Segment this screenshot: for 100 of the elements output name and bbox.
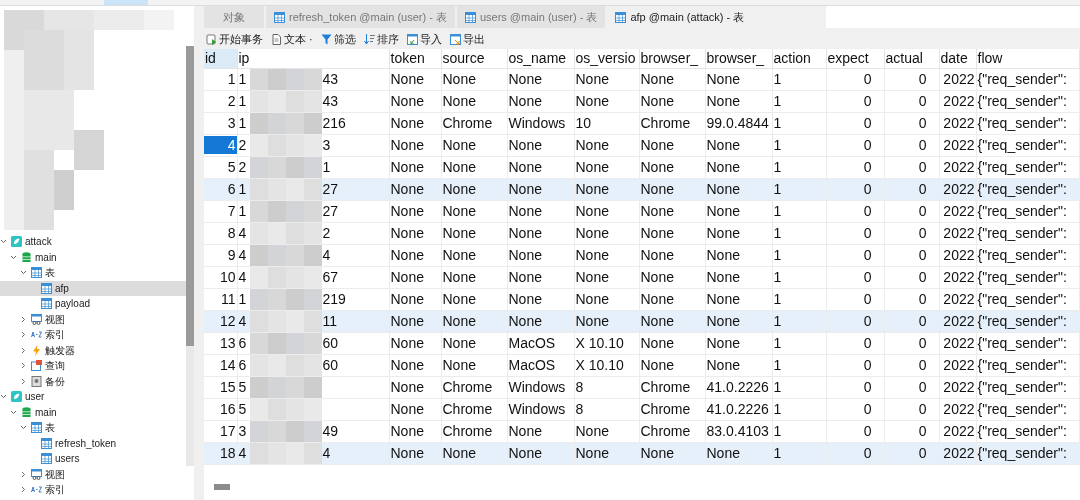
table-cell[interactable]: 10 [204, 268, 237, 286]
table-row[interactable]: 13 6 60 None None MacOS X 10.10 None None 1 0 0 2022 {"req_sender": [204, 332, 1079, 354]
table-row[interactable]: 3 1 216 None Chrome Windows 10 Chrome 99.0.4844 1 0 0 2022 {"req_sender": [204, 112, 1079, 134]
tree-item[interactable]: 索引 [0, 482, 186, 498]
table-cell[interactable]: 5 [204, 158, 237, 176]
tree-item[interactable]: 查询 [0, 358, 186, 374]
toolbar-button[interactable]: 排序 [363, 30, 399, 48]
horizontal-scrollbar-thumb[interactable] [214, 484, 230, 490]
table-cell[interactable]: 4 [204, 136, 237, 154]
column-header[interactable]: browser_ [639, 49, 705, 68]
table-cell[interactable]: 1 [204, 70, 237, 88]
toolbar-button[interactable]: 开始事务 [206, 30, 263, 48]
table-cell-text: 2 [237, 158, 248, 176]
table-cell[interactable]: 17 [204, 422, 237, 440]
table-cell: 43 [321, 92, 339, 110]
tree-item[interactable]: 表 [0, 420, 186, 436]
scrollbar-thumb[interactable] [186, 46, 194, 346]
toolbar-button[interactable]: 导出 [449, 30, 485, 48]
table-cell[interactable]: 18 [204, 444, 237, 462]
table-cell[interactable]: 8 [204, 224, 237, 242]
table-row[interactable]: 4 2 3 None None None None None None 1 0 0 2022 {"req_sender": [204, 134, 1079, 156]
chevron-down-icon[interactable] [10, 408, 17, 416]
tab[interactable]: 对象 [204, 6, 264, 28]
chevron-right-icon[interactable] [20, 315, 27, 323]
tree-item[interactable]: 表 [0, 265, 186, 281]
table-cell: None [705, 200, 772, 222]
column-header[interactable]: browser_ [705, 49, 772, 68]
column-header[interactable]: os_versio [574, 49, 639, 68]
table-row[interactable]: 12 4 11 None None None None None None 1 0 0 2022 {"req_sender": [204, 310, 1079, 332]
chevron-right-icon[interactable] [20, 331, 27, 339]
document-icon [271, 33, 282, 45]
table-cell[interactable]: 9 [204, 246, 237, 264]
tree-item[interactable]: main [0, 404, 186, 420]
chevron-down-icon[interactable] [0, 393, 7, 401]
tree-item[interactable]: users [0, 451, 186, 467]
chevron-down-icon[interactable] [0, 238, 7, 246]
toolbar-button[interactable]: 导入 [406, 30, 442, 48]
tree-item[interactable]: user [0, 389, 186, 405]
chevron-right-icon[interactable] [20, 486, 27, 494]
column-header[interactable]: expect [826, 49, 884, 68]
table-row[interactable]: 16 5 None Chrome Windows 8 Chrome 41.0.2226 1 0 0 2022 {"req_sender": [204, 398, 1079, 420]
table-row[interactable]: 15 5 None Chrome Windows 8 Chrome 41.0.2226 1 0 0 2022 {"req_sender": [204, 376, 1079, 398]
table-row[interactable]: 14 6 60 None None MacOS X 10.10 None None 1 0 0 2022 {"req_sender": [204, 354, 1079, 376]
table-cell: {"req_sender": [976, 156, 1079, 178]
column-header[interactable]: actual [884, 49, 939, 68]
table-cell[interactable]: 7 [204, 202, 237, 220]
tab[interactable]: refresh_token @main (user) - 表 [266, 6, 455, 28]
table-row[interactable]: 6 1 27 None None None None None None 1 0 0 2022 {"req_sender": [204, 178, 1079, 200]
chevron-right-icon[interactable] [20, 346, 27, 354]
table-cell: None [507, 310, 574, 332]
toolbar-button[interactable]: 文本 · [271, 30, 313, 48]
table-row[interactable]: 2 1 43 None None None None None None 1 0 0 2022 {"req_sender": [204, 90, 1079, 112]
table-cell[interactable]: 16 [204, 400, 237, 418]
table-cell[interactable]: 3 [204, 114, 237, 132]
tree-item[interactable]: 视图 [0, 311, 186, 327]
table-row[interactable]: 8 4 2 None None None None None None 1 0 0 2022 {"req_sender": [204, 222, 1079, 244]
tree-item[interactable]: 索引 [0, 327, 186, 343]
tree-item[interactable]: attack [0, 234, 186, 250]
table-cell[interactable]: 6 [204, 180, 237, 198]
table-cell[interactable]: 2 [204, 92, 237, 110]
chevron-down-icon[interactable] [20, 269, 27, 277]
column-header[interactable]: source [441, 49, 507, 68]
column-header[interactable]: id [204, 49, 237, 68]
tree-item[interactable]: refresh_token [0, 435, 186, 451]
column-header[interactable]: flow [976, 49, 1079, 68]
table-row[interactable]: 18 4 4 None None None None None None 1 0 0 2022 {"req_sender": [204, 442, 1079, 464]
column-header[interactable]: token [389, 49, 441, 68]
table-row[interactable]: 5 2 1 None None None None None None 1 0 0 2022 {"req_sender": [204, 156, 1079, 178]
table-cell[interactable]: 11 [204, 290, 237, 308]
table-cell: 1 [772, 156, 826, 178]
table-row[interactable]: 10 4 67 None None None None None None 1 0 0 2022 {"req_sender": [204, 266, 1079, 288]
column-header[interactable]: action [772, 49, 826, 68]
table-cell: None [705, 244, 772, 266]
tree-item[interactable]: 备份 [0, 373, 186, 389]
table-cell[interactable]: 14 [204, 356, 237, 374]
table-cell: 2022 [939, 442, 976, 464]
table-cell[interactable]: 15 [204, 378, 237, 396]
tree-item[interactable]: 视图 [0, 466, 186, 482]
tree-item[interactable]: main [0, 249, 186, 265]
chevron-right-icon[interactable] [20, 470, 27, 478]
table-row[interactable]: 1 1 43 None None None None None None 1 0 0 2022 {"req_sender": [204, 68, 1079, 90]
table-cell[interactable]: 13 [204, 334, 237, 352]
table-row[interactable]: 17 3 49 None Chrome None None Chrome 83.0.4103 1 0 0 2022 {"req_sender": [204, 420, 1079, 442]
table-cell[interactable]: 12 [204, 312, 237, 330]
tree-item[interactable]: payload [0, 296, 186, 312]
chevron-down-icon[interactable] [20, 424, 27, 432]
column-header[interactable]: ip [237, 49, 389, 68]
tree-item[interactable]: afp [0, 280, 186, 296]
table-row[interactable]: 9 4 4 None None None None None None 1 0 0 2022 {"req_sender": [204, 244, 1079, 266]
tree-item[interactable]: 触发器 [0, 342, 186, 358]
tab[interactable]: users @main (user) - 表 [456, 6, 606, 28]
toolbar-button[interactable]: 筛选 [320, 30, 356, 48]
column-header[interactable]: date [939, 49, 976, 68]
chevron-right-icon[interactable] [20, 377, 27, 385]
table-row[interactable]: 11 1 219 None None None None None None 1 0 0 2022 {"req_sender": [204, 288, 1079, 310]
table-row[interactable]: 7 1 27 None None None None None None 1 0 0 2022 {"req_sender": [204, 200, 1079, 222]
column-header[interactable]: os_name [507, 49, 574, 68]
chevron-right-icon[interactable] [20, 362, 27, 370]
view-icon [31, 313, 42, 325]
chevron-down-icon[interactable] [10, 253, 17, 261]
